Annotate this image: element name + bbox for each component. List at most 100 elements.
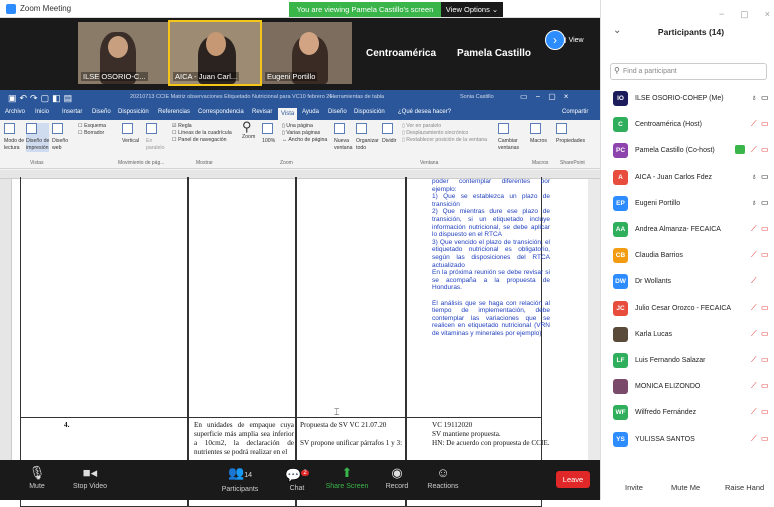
word-tab: Ayuda	[302, 109, 319, 115]
avatar: EP	[613, 195, 628, 211]
chat-button[interactable]: 💬 2 Chat	[272, 463, 322, 492]
participant-row[interactable]: WF Wilfredo Fernández ⟋ ▭	[601, 401, 774, 427]
word-window-controls: ▭−▢×	[520, 92, 577, 101]
invite-button[interactable]: Invite	[625, 483, 643, 492]
avatar: DW	[613, 274, 628, 290]
participant-row[interactable]: JC Julio Cesar Orozco - FECAICA ⟋ ▭	[601, 297, 774, 323]
share-screen-button[interactable]: ⬆ Share Screen	[322, 463, 372, 490]
comment-cell-text: poder contemplar diferentes por ejemplo:…	[432, 178, 550, 337]
video-tile-active[interactable]: AICA - Juan Carl...	[168, 20, 262, 86]
video-tile-name: AICA - Juan Carl...	[173, 72, 240, 81]
participants-title: Participants (14)	[657, 27, 725, 37]
participant-name: Dr Wollants	[635, 278, 672, 286]
participant-row[interactable]: CB Claudia Barrios ⟋ ▭	[601, 244, 774, 270]
avatar: C	[613, 117, 628, 133]
word-tell-me: ¿Qué desea hacer?	[398, 109, 452, 115]
video-camera-icon: ▭	[761, 433, 769, 443]
participant-name: Karla Lucas	[635, 330, 672, 338]
word-vertical-scrollbar[interactable]	[588, 179, 600, 460]
participant-row[interactable]: AA Andrea Almanza- FECAICA ⟋ ▭	[601, 218, 774, 244]
microphone-muted-icon: ⟋	[751, 145, 757, 155]
participant-row[interactable]: EP Eugeni Portillo ♁ ▭	[601, 192, 774, 218]
participant-row[interactable]: MONICA ELIZONDO ⟋ ▭	[601, 375, 774, 401]
cell-article-text: En unidades de empaque cuya superficie m…	[194, 421, 294, 456]
search-icon: ⚲	[614, 66, 620, 75]
video-camera-icon: ▭	[761, 355, 769, 364]
participant-row[interactable]: YS YULISSA SANTOS ⟋ ▭	[601, 428, 774, 454]
participant-name: Andrea Almanza- FECAICA	[635, 226, 721, 233]
word-tab: Disposición	[118, 109, 149, 115]
microphone-muted-icon: ⟋	[751, 302, 757, 312]
participant-name: Pamela Castillo (Co-host)	[635, 147, 715, 155]
participant-row[interactable]: Karla Lucas ⟋ ▭	[601, 323, 774, 349]
video-camera-icon: ▭	[761, 93, 769, 102]
document-page: poder contemplar diferentes por ejemplo:…	[12, 177, 588, 507]
chat-icon: 💬 2	[285, 467, 309, 483]
avatar: LF	[613, 353, 628, 368]
word-document-title: 20210713 CCIE Matriz observaciones Etiqu…	[130, 94, 337, 100]
participant-name: Claudia Barrios	[635, 252, 683, 260]
leave-meeting-button[interactable]: Leave	[556, 471, 590, 488]
reactions-button[interactable]: ☺ Reactions	[418, 463, 468, 490]
avatar: CB	[613, 248, 628, 264]
quick-access-icons: ▣↶↷▢◧▤	[8, 93, 76, 103]
cell-comment-text: VC 19112020 SV mantiene propuesta. HN: D…	[432, 421, 550, 447]
view-options-button[interactable]: View Options ⌄	[441, 2, 503, 17]
chevron-down-icon[interactable]: ⌄	[613, 25, 621, 36]
participant-row[interactable]: A AICA - Juan Carlos Fdez ♁ ▭	[601, 166, 774, 192]
microphone-muted-icon: ⟋	[751, 355, 757, 364]
record-button[interactable]: ◉ Record	[372, 463, 422, 490]
microphone-icon: ♁	[751, 171, 757, 181]
word-tab: Disposición	[354, 109, 385, 115]
video-tile[interactable]: ILSE OSORIO-C...	[78, 22, 168, 84]
mute-button[interactable]: 🎙 Mute	[12, 463, 62, 490]
smiley-icon: ☺	[436, 465, 450, 480]
participant-name: AICA - Juan Carlos Fdez	[635, 173, 713, 181]
video-camera-icon: ▭	[761, 407, 769, 417]
participant-row[interactable]: C Centroamérica (Host) ⟋ ▭	[601, 113, 774, 139]
video-tile-name-only[interactable]: Pamela Castillo	[447, 22, 541, 84]
participant-row[interactable]: LF Luis Fernando Salazar ⟋ ▭	[601, 349, 774, 375]
participant-name: MONICA ELIZONDO	[635, 383, 701, 391]
word-tab: Archivo	[5, 109, 26, 115]
participants-panel: −▢× ⌄ Participants (14) ⚲ Find a partici…	[600, 0, 774, 500]
word-ribbon: Modo de lectura Diseño de impresión Diseño…	[0, 120, 600, 169]
video-strip: ILSE OSORIO-C... AICA - Juan Carl... Eug…	[0, 18, 600, 90]
participant-row[interactable]: PC Pamela Castillo (Co-host) ⟋ ▭	[601, 139, 774, 165]
mute-me-button[interactable]: Mute Me	[671, 483, 700, 492]
participant-name: Wilfredo Fernández	[635, 409, 697, 417]
microphone-icon: ♁	[751, 93, 757, 102]
word-share: Compartir	[562, 109, 589, 115]
window-controls[interactable]: −▢×	[719, 9, 774, 20]
avatar: WF	[613, 405, 628, 421]
cell-proposal-text: SV propone unificar párrafos 1 y 3:	[300, 439, 403, 447]
next-page-arrow-icon[interactable]: ›	[545, 30, 565, 50]
participant-row[interactable]: DW Dr Wollants ⟋	[601, 270, 774, 296]
screen-share-banner: You are viewing Pamela Castillo's screen	[289, 2, 441, 17]
participant-name: Luis Fernando Salazar	[635, 357, 706, 364]
zoom-logo-icon	[6, 4, 16, 14]
microphone-icon: 🎙	[28, 465, 46, 480]
video-tile-name: Eugeni Portillo	[265, 72, 318, 81]
avatar	[613, 326, 628, 342]
participant-name: Centroamérica (Host)	[635, 121, 702, 129]
stop-video-button[interactable]: ■◂ Stop Video	[65, 463, 115, 490]
avatar: JC	[613, 300, 628, 316]
word-tab-active: Vista	[278, 108, 298, 120]
word-tab: Correspondencia	[198, 109, 244, 115]
video-camera-icon: ▭	[761, 119, 769, 129]
participants-button[interactable]: 👥14 Participants	[210, 463, 270, 493]
screen-share-icon	[735, 145, 745, 155]
participant-row[interactable]: IO ILSE OSORIO-COHEP (Me) ♁ ▭	[601, 87, 774, 113]
video-camera-icon: ▭	[761, 250, 769, 260]
vertical-ruler	[0, 179, 12, 460]
meeting-toolbar: 🎙 Mute ■◂ Stop Video 👥14 Participants 💬 2 Cha…	[0, 460, 600, 500]
word-tab: Referencias	[158, 109, 191, 115]
video-camera-icon: ▭	[761, 381, 769, 391]
video-tile-name-only[interactable]: Centroamérica	[355, 22, 447, 84]
video-tile[interactable]: Eugeni Portillo	[262, 22, 352, 84]
raise-hand-button[interactable]: Raise Hand	[725, 483, 764, 492]
share-arrow-icon: ⬆	[341, 465, 353, 480]
microphone-muted-icon: ⟋	[751, 407, 757, 417]
participant-search-input[interactable]: ⚲ Find a participant	[610, 63, 767, 80]
